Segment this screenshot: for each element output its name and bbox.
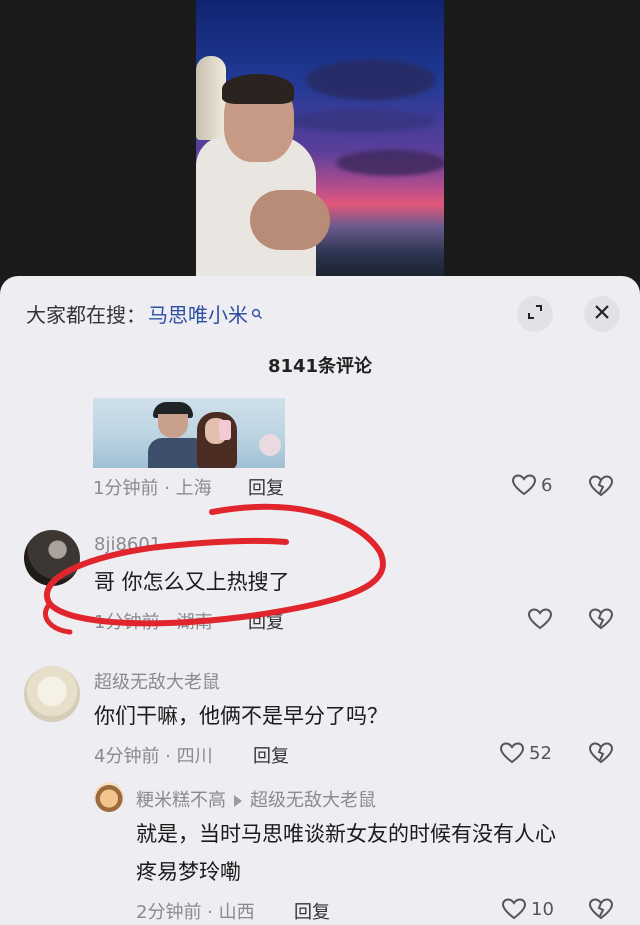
comment-text: 哥 你怎么又上热搜了 bbox=[94, 570, 290, 594]
broken-heart-icon bbox=[588, 608, 614, 630]
reply-button[interactable]: 回复 bbox=[248, 608, 284, 634]
comment-sheet: 大家都在搜： 马思唯小米 8141条评论 1分钟前 · 上海 回复 6 8ji8… bbox=[0, 276, 640, 925]
dislike-button[interactable] bbox=[588, 474, 614, 502]
reply-to-arrow-icon bbox=[234, 795, 242, 807]
reply-header: 粳米糕不高 超级无敌大老鼠 bbox=[136, 786, 376, 812]
close-icon bbox=[594, 304, 610, 324]
close-button[interactable] bbox=[584, 296, 620, 332]
broken-heart-icon bbox=[588, 742, 614, 764]
heart-icon bbox=[501, 898, 527, 920]
like-button[interactable]: 6 bbox=[511, 473, 552, 497]
like-button[interactable]: 52 bbox=[499, 741, 552, 765]
trending-search-label: 大家都在搜： bbox=[26, 302, 146, 327]
reply-button[interactable]: 回复 bbox=[294, 898, 330, 924]
reply-button[interactable]: 回复 bbox=[248, 474, 284, 500]
heart-icon bbox=[499, 742, 525, 764]
reply-username[interactable]: 粳米糕不高 bbox=[136, 790, 226, 811]
like-count: 10 bbox=[531, 898, 554, 920]
trending-search-term[interactable]: 马思唯小米 bbox=[148, 299, 248, 328]
heart-icon bbox=[527, 608, 553, 630]
reply-to-username[interactable]: 超级无敌大老鼠 bbox=[250, 790, 376, 811]
like-count: 52 bbox=[529, 742, 552, 764]
heart-icon bbox=[511, 474, 537, 496]
dislike-button[interactable] bbox=[588, 897, 614, 925]
video-thumbnail[interactable] bbox=[196, 0, 444, 276]
reply-photo[interactable] bbox=[93, 398, 285, 468]
comment-username[interactable]: 8ji8601 bbox=[94, 534, 161, 555]
avatar[interactable] bbox=[24, 530, 80, 586]
comment-meta: 2分钟前 · 山西 bbox=[136, 902, 255, 923]
broken-heart-icon bbox=[588, 475, 614, 497]
trending-search[interactable]: 大家都在搜： 马思唯小米 bbox=[26, 298, 263, 328]
comment-username[interactable]: 超级无敌大老鼠 bbox=[94, 668, 220, 694]
expand-button[interactable] bbox=[517, 296, 553, 332]
like-button[interactable] bbox=[527, 607, 553, 631]
reply-text-line1: 就是，当时马思唯谈新女友的时候有没有人心 bbox=[136, 822, 556, 846]
comment-count: 8141条评论 bbox=[267, 356, 373, 377]
broken-heart-icon bbox=[588, 898, 614, 920]
like-count: 6 bbox=[541, 474, 553, 496]
comment-meta: 1分钟前 · 上海 bbox=[93, 478, 212, 499]
like-button[interactable]: 10 bbox=[501, 897, 554, 921]
reply-button[interactable]: 回复 bbox=[253, 742, 289, 768]
comment-text: 你们干嘛，他俩不是早分了吗？ bbox=[94, 704, 388, 728]
expand-icon bbox=[526, 303, 544, 325]
video-player[interactable] bbox=[0, 0, 640, 290]
comment-meta: 1分钟前 · 湖南 bbox=[94, 612, 213, 633]
dislike-button[interactable] bbox=[588, 607, 614, 635]
avatar[interactable] bbox=[94, 782, 124, 812]
search-icon bbox=[251, 301, 263, 319]
reply-text-line2: 疼易梦玲嘞 bbox=[136, 860, 241, 884]
comment-meta: 4分钟前 · 四川 bbox=[94, 746, 213, 767]
avatar[interactable] bbox=[24, 666, 80, 722]
dislike-button[interactable] bbox=[588, 741, 614, 769]
